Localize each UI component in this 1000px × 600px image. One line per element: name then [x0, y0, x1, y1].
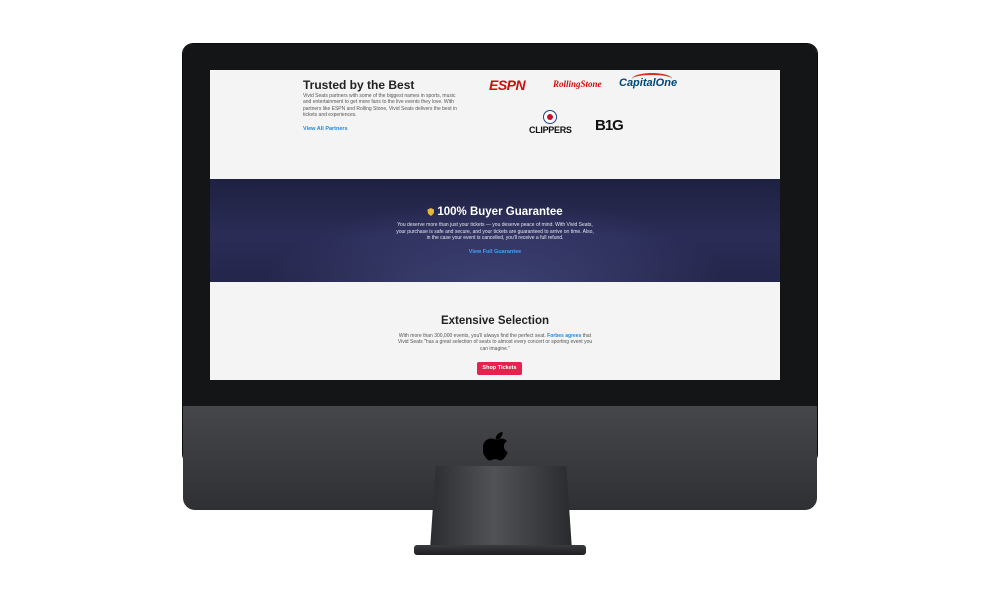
forbes-agrees-link[interactable]: Forbes agrees — [547, 333, 581, 339]
trusted-title: Trusted by the Best — [303, 78, 415, 92]
view-full-guarantee-link[interactable]: View Full Guarantee — [210, 249, 780, 255]
guarantee-banner: 100% Buyer Guarantee You deserve more th… — [210, 179, 780, 282]
apple-icon — [483, 432, 508, 461]
selection-section: Extensive Selection With more than 300,0… — [210, 282, 780, 380]
clippers-logo: CLIPPERS — [529, 110, 572, 140]
clippers-badge-icon — [543, 110, 557, 124]
selection-title: Extensive Selection — [440, 315, 550, 327]
selection-text-before: With more than 300,000 events, you'll al… — [398, 333, 548, 339]
monitor-stand — [430, 466, 572, 550]
clippers-wordmark: CLIPPERS — [529, 125, 572, 135]
monitor-stand-base — [414, 545, 586, 555]
shield-icon — [427, 208, 435, 216]
capital-one-logo: CapitalOne — [619, 73, 677, 89]
trusted-section: Trusted by the Best Vivid Seats partners… — [210, 70, 780, 179]
guarantee-heading: 100% Buyer Guarantee — [210, 206, 780, 218]
big10-logo: B1G — [595, 117, 624, 134]
selection-description: With more than 300,000 events, you'll al… — [395, 333, 595, 352]
trusted-description: Vivid Seats partners with some of the bi… — [303, 93, 457, 119]
guarantee-description: You deserve more than just your tickets … — [396, 222, 594, 241]
espn-logo: ESPN — [489, 77, 526, 93]
screen: Trusted by the Best Vivid Seats partners… — [210, 70, 780, 380]
view-all-partners-link[interactable]: View All Partners — [303, 126, 348, 132]
guarantee-title: 100% Buyer Guarantee — [437, 206, 563, 218]
shop-tickets-button[interactable]: Shop Tickets — [477, 362, 522, 375]
capital-one-swoosh-icon — [632, 73, 672, 85]
rolling-stone-logo: RollingStone — [553, 79, 602, 89]
